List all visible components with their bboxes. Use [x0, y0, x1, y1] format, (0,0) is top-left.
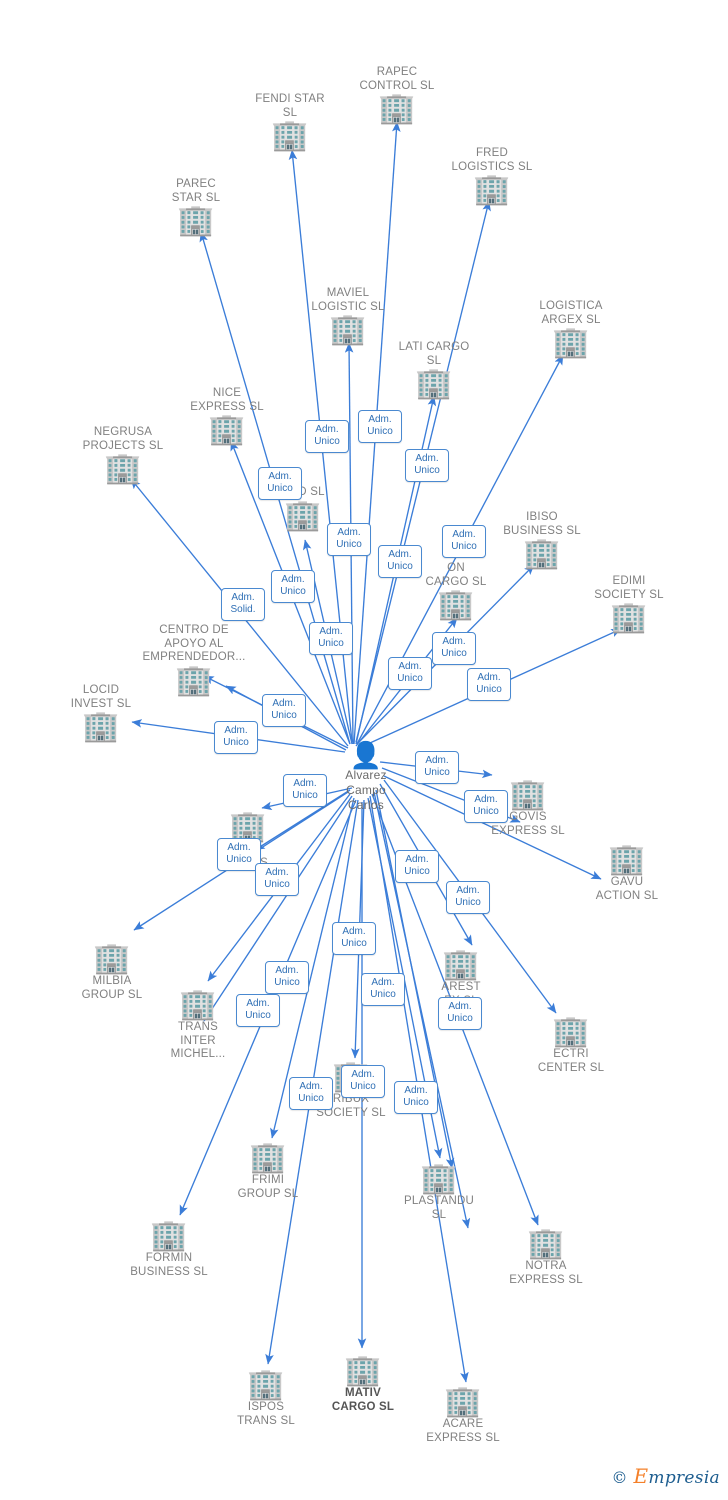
company-node-label: FORMIN BUSINESS SL	[130, 1252, 208, 1278]
company-node-locid[interactable]: LOCID INVEST SL 🏢	[41, 684, 161, 742]
company-node-label: PAREC STAR SL	[171, 178, 221, 204]
person-icon: 👤	[349, 740, 383, 770]
company-node-label: GAVU ACTION SL	[595, 876, 659, 902]
building-icon: 🏢	[249, 1141, 287, 1174]
relation-badge[interactable]: Adm. Unico	[358, 410, 402, 443]
company-node-fendi[interactable]: FENDI STAR SL 🏢	[230, 93, 350, 151]
building-icon: 🏢	[150, 1219, 188, 1252]
building-icon: 🏢	[527, 1227, 565, 1260]
relation-badge[interactable]: Adm. Unico	[464, 790, 508, 823]
relation-badge[interactable]: Adm. Unico	[415, 751, 459, 784]
company-node-label: FENDI STAR SL	[255, 93, 325, 119]
company-node-plastandu[interactable]: 🏢 PLASTANDU SL	[379, 1164, 499, 1222]
relation-badge[interactable]: Adm. Unico	[258, 467, 302, 500]
copyright-symbol: ©	[611, 1468, 628, 1487]
company-node-label: PLASTANDU SL	[404, 1195, 474, 1221]
company-node-label: LOGISTICA ARGEX SL	[539, 300, 603, 326]
company-node-label: NICE EXPRESS SL	[190, 387, 264, 413]
relation-badge[interactable]: Adm. Unico	[438, 997, 482, 1030]
building-icon: 🏢	[552, 326, 590, 359]
building-icon: 🏢	[177, 204, 215, 237]
building-icon: 🏢	[93, 942, 131, 975]
company-node-label: IBISO BUSINESS SL	[503, 511, 581, 537]
company-node-label: FRIMI GROUP SL	[237, 1174, 299, 1200]
company-node-edimi[interactable]: EDIMI SOCIETY SL 🏢	[569, 575, 689, 633]
building-icon: 🏢	[437, 588, 475, 621]
brand-name: mpresia	[648, 1468, 720, 1488]
company-node-fred[interactable]: FRED LOGISTICS SL 🏢	[432, 147, 552, 205]
relation-badge[interactable]: Adm. Unico	[394, 1081, 438, 1114]
relation-badge[interactable]: Adm. Unico	[255, 863, 299, 896]
relation-badge[interactable]: Adm. Unico	[378, 545, 422, 578]
relation-badge[interactable]: Adm. Unico	[271, 570, 315, 603]
building-icon: 🏢	[344, 1354, 382, 1387]
building-icon: 🏢	[104, 452, 142, 485]
company-node-label: LATI CARGO SL	[398, 341, 470, 367]
empresia-watermark: © Empresia	[611, 1464, 720, 1488]
relation-badge[interactable]: Adm. Unico	[467, 668, 511, 701]
company-node-nice[interactable]: NICE EXPRESS SL 🏢	[167, 387, 287, 445]
company-node-gavu[interactable]: 🏢 GAVU ACTION SL	[567, 845, 687, 903]
company-node-label: FRED LOGISTICS SL	[451, 147, 533, 173]
building-icon: 🏢	[442, 948, 480, 981]
relation-badge[interactable]: Adm. Unico	[289, 1077, 333, 1110]
company-node-formin[interactable]: 🏢 FORMIN BUSINESS SL	[109, 1221, 229, 1279]
company-node-ibiso[interactable]: IBISO BUSINESS SL 🏢	[482, 511, 602, 569]
building-icon: 🏢	[82, 710, 120, 743]
network-diagram-canvas: 👤 Alvarez Campo Carlos RAPEC CONTROL SL 🏢…	[0, 0, 728, 1500]
relation-badge[interactable]: Adm. Unico	[361, 973, 405, 1006]
company-node-frimi[interactable]: 🏢 FRIMI GROUP SL	[208, 1143, 328, 1201]
company-node-maviel[interactable]: MAVIEL LOGISTIC SL 🏢	[288, 287, 408, 345]
building-icon: 🏢	[415, 367, 453, 400]
relation-badge[interactable]: Adm. Unico	[442, 525, 486, 558]
building-icon: 🏢	[271, 119, 309, 152]
relation-badge[interactable]: Adm. Unico	[327, 523, 371, 556]
relation-badge[interactable]: Adm. Unico	[236, 994, 280, 1027]
building-icon: 🏢	[420, 1162, 458, 1195]
company-node-label: NEGRUSA PROJECTS SL	[82, 426, 164, 452]
company-node-label: RAPEC CONTROL SL	[359, 66, 435, 92]
company-node-label: TRANS INTER MICHEL...	[170, 1021, 226, 1060]
building-icon: 🏢	[208, 413, 246, 446]
relation-badge[interactable]: Adm. Unico	[332, 922, 376, 955]
brand-initial: E	[633, 1464, 649, 1488]
building-icon: 🏢	[444, 1385, 482, 1418]
company-node-logistica[interactable]: LOGISTICA ARGEX SL 🏢	[511, 300, 631, 358]
building-icon: 🏢	[473, 173, 511, 206]
relation-badge[interactable]: Adm. Unico	[265, 961, 309, 994]
company-node-label: ACARE EXPRESS SL	[426, 1418, 500, 1444]
company-node-notra[interactable]: 🏢 NOTRA EXPRESS SL	[486, 1229, 606, 1287]
company-node-label: CENTRO DE APOYO AL EMPRENDEDOR...	[142, 624, 246, 663]
relation-badge[interactable]: Adm. Solid.	[221, 588, 265, 621]
company-node-acare[interactable]: 🏢 ACARE EXPRESS SL	[403, 1387, 523, 1445]
relation-badge[interactable]: Adm. Unico	[305, 420, 349, 453]
building-icon: 🏢	[608, 843, 646, 876]
company-node-negrusa[interactable]: NEGRUSA PROJECTS SL 🏢	[63, 426, 183, 484]
relation-badge[interactable]: Adm. Unico	[309, 622, 353, 655]
building-icon: 🏢	[552, 1015, 590, 1048]
company-node-label: MAVIEL LOGISTIC SL	[311, 287, 385, 313]
relation-badge[interactable]: Adm. Unico	[214, 721, 258, 754]
relation-badge[interactable]: Adm. Unico	[395, 850, 439, 883]
relation-badge[interactable]: Adm. Unico	[388, 657, 432, 690]
company-node-rapec[interactable]: RAPEC CONTROL SL 🏢	[337, 66, 457, 124]
relation-badge[interactable]: Adm. Unico	[262, 694, 306, 727]
company-node-ectri[interactable]: 🏢 ECTRI CENTER SL	[511, 1017, 631, 1075]
relation-badge[interactable]: Adm. Unico	[405, 449, 449, 482]
company-node-label: ECTRI CENTER SL	[537, 1048, 605, 1074]
building-icon: 🏢	[610, 601, 648, 634]
relation-badge[interactable]: Adm. Unico	[432, 632, 476, 665]
company-node-parec[interactable]: PAREC STAR SL 🏢	[136, 178, 256, 236]
company-node-label: NOTRA EXPRESS SL	[509, 1260, 583, 1286]
relation-badge[interactable]: Adm. Unico	[341, 1065, 385, 1098]
company-node-lati[interactable]: LATI CARGO SL 🏢	[374, 341, 494, 399]
company-node-label: LOCID INVEST SL	[70, 684, 132, 710]
relation-badge[interactable]: Adm. Unico	[446, 881, 490, 914]
relation-badge[interactable]: Adm. Unico	[283, 774, 327, 807]
company-node-label: EDIMI SOCIETY SL	[594, 575, 664, 601]
building-icon: 🏢	[378, 92, 416, 125]
